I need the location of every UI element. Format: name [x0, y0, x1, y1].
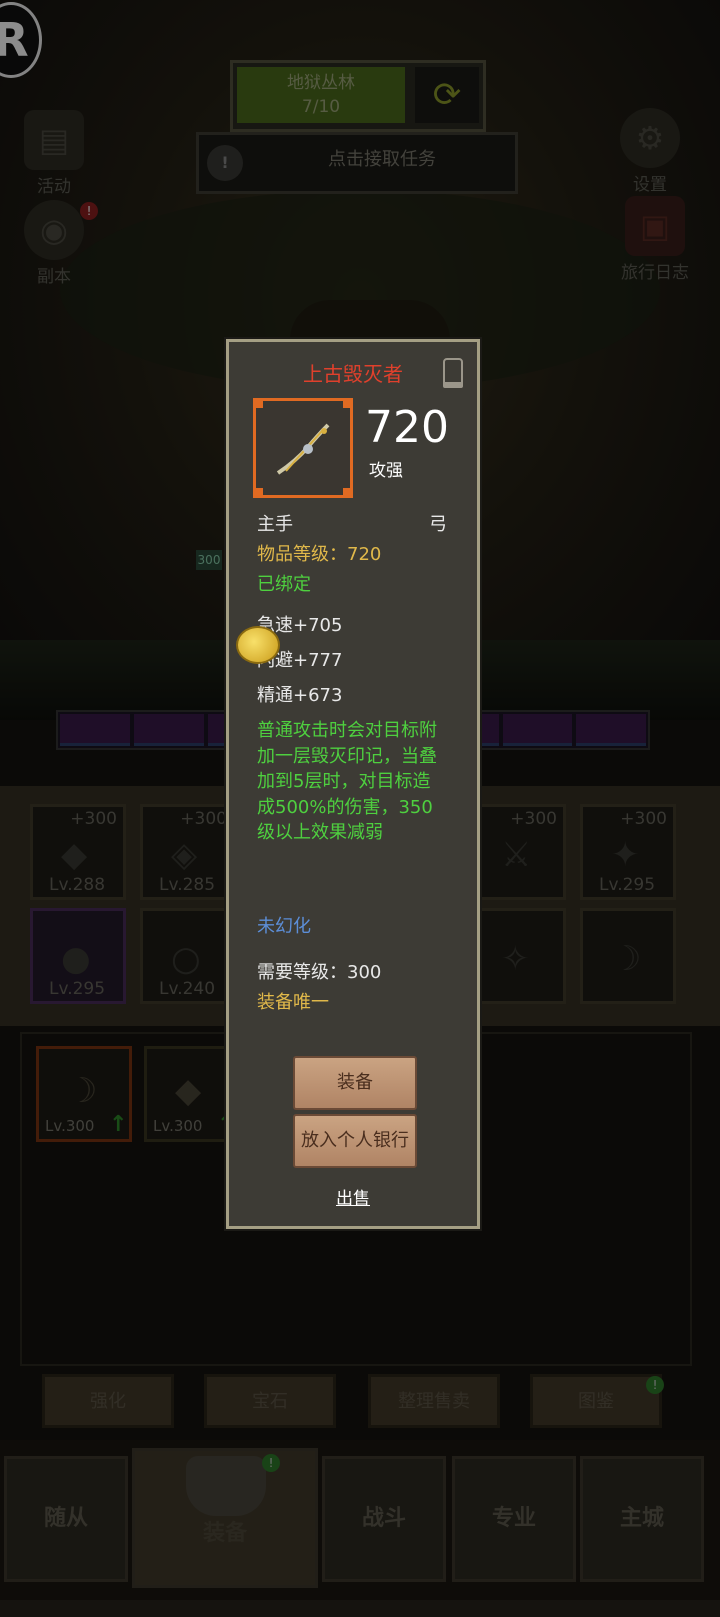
equip-slot-label: 主手	[257, 514, 293, 535]
lock-icon[interactable]	[443, 358, 463, 388]
attack-power-label: 攻强	[369, 461, 403, 481]
bank-button[interactable]: 放入个人银行	[293, 1114, 417, 1168]
item-tooltip: 上古毁灭者 720 攻强 主手 弓 物品等级：720 已绑定 急速+705 闪避…	[226, 339, 480, 1229]
item-name: 上古毁灭者	[303, 362, 403, 386]
corner	[343, 488, 353, 498]
required-level: 需要等级：300	[257, 962, 382, 983]
item-effect-text: 普通攻击时会对目标附加一层毁灭印记，当叠加到5层时，对目标造成500%的伤害，3…	[257, 720, 437, 844]
stat-mastery: 精通+673	[257, 685, 343, 706]
corner	[253, 398, 263, 408]
attack-power-value: 720	[365, 402, 449, 453]
coin-icon[interactable]	[236, 626, 280, 664]
bound-status: 已绑定	[257, 574, 311, 595]
sell-link[interactable]: 出售	[229, 1184, 477, 1209]
corner	[343, 398, 353, 408]
item-portrait	[253, 398, 353, 498]
transmog-status: 未幻化	[257, 916, 311, 937]
bow-icon	[276, 423, 330, 475]
corner	[253, 488, 263, 498]
weapon-type-label: 弓	[429, 514, 447, 535]
unique-equip: 装备唯一	[257, 992, 329, 1013]
equip-button[interactable]: 装备	[293, 1056, 417, 1110]
item-level-label: 物品等级：720	[257, 544, 382, 565]
